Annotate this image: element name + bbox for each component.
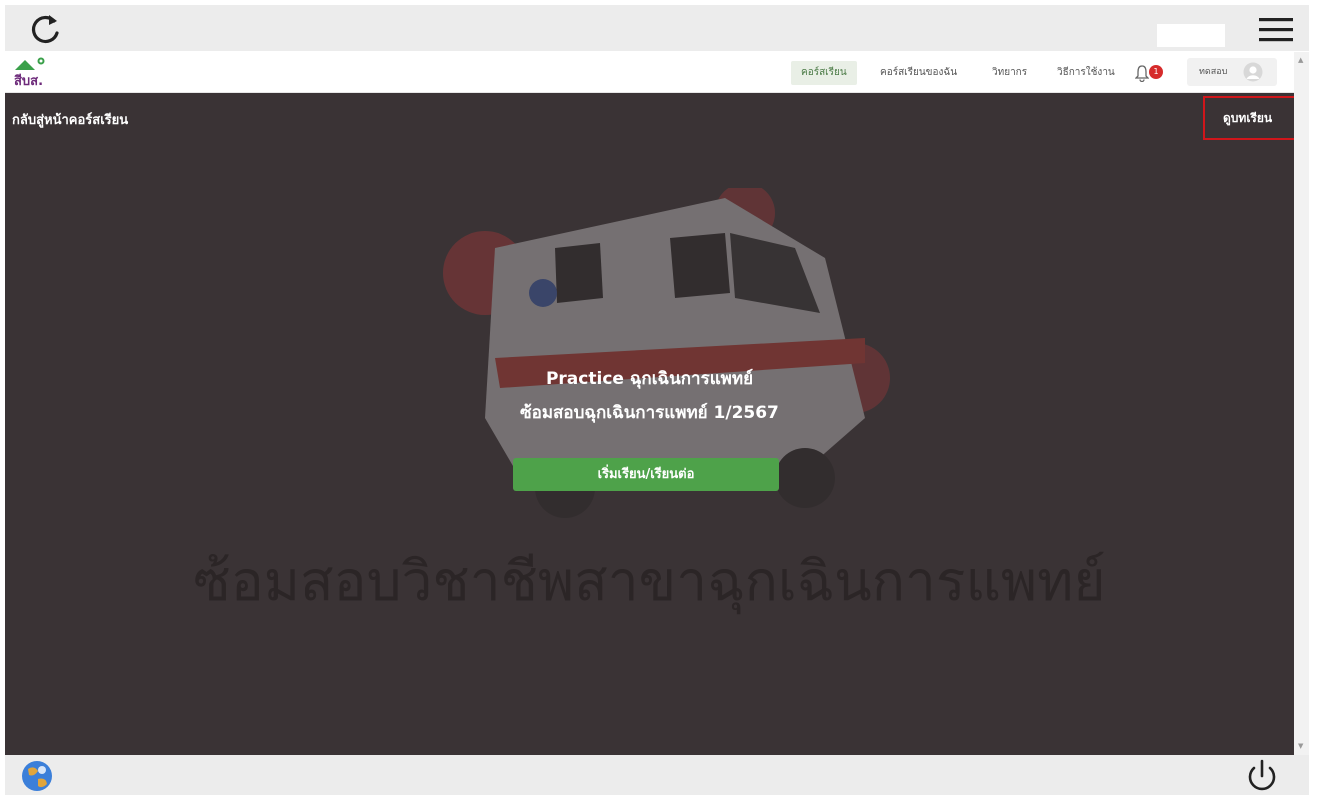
notification-button[interactable]: 1 — [1135, 62, 1169, 84]
nav-item-instructors[interactable]: วิทยากร — [992, 61, 1027, 85]
notification-badge: 1 — [1149, 65, 1163, 79]
nav-item-how-to-use[interactable]: วิธีการใช้งาน — [1057, 61, 1115, 85]
user-menu[interactable]: ทดสอบ — [1187, 58, 1277, 86]
site-logo[interactable]: สีบส. — [11, 56, 51, 88]
nav-item-courses[interactable]: คอร์สเรียน — [791, 61, 857, 85]
page-scrollbar[interactable] — [1294, 52, 1309, 755]
kiosk-bottom-bar — [5, 755, 1309, 795]
start-continue-button[interactable]: เริ่มเรียน/เรียนต่อ — [513, 458, 779, 491]
kiosk-top-bar — [5, 5, 1309, 51]
hamburger-menu-icon[interactable] — [1257, 15, 1295, 45]
watermark-heading: ซ้อมสอบวิชาชีพสาขาฉุกเฉินการแพทย์ — [193, 549, 1106, 613]
power-icon[interactable] — [1243, 757, 1281, 795]
back-to-courses-link[interactable]: กลับสู่หน้าคอร์สเรียน — [12, 109, 128, 130]
course-subtitle: ซ้อมสอบฉุกเฉินการแพทย์ 1/2567 — [520, 403, 779, 423]
bell-icon — [1135, 65, 1149, 82]
nav-item-my-courses[interactable]: คอร์สเรียนของฉัน — [880, 61, 957, 85]
refresh-icon[interactable] — [27, 11, 65, 49]
scroll-down-arrow-icon[interactable]: ▼ — [1298, 742, 1303, 750]
site-navbar: สีบส. คอร์สเรียน คอร์สเรียนของฉัน วิทยาก… — [5, 52, 1294, 93]
course-title: Practice ฉุกเฉินการแพทย์ — [545, 369, 754, 389]
view-lesson-button[interactable]: ดูบทเรียน — [1203, 96, 1294, 140]
logo-text: สีบส. — [14, 73, 43, 88]
scroll-up-arrow-icon[interactable]: ▲ — [1298, 56, 1303, 64]
avatar-icon — [1243, 62, 1263, 82]
course-hero-banner: กลับสู่หน้าคอร์สเรียน ดูบทเรียน Practice… — [5, 93, 1294, 755]
user-name: ทดสอบ — [1199, 67, 1228, 77]
globe-app-icon[interactable] — [20, 759, 54, 793]
blank-field — [1157, 24, 1225, 47]
